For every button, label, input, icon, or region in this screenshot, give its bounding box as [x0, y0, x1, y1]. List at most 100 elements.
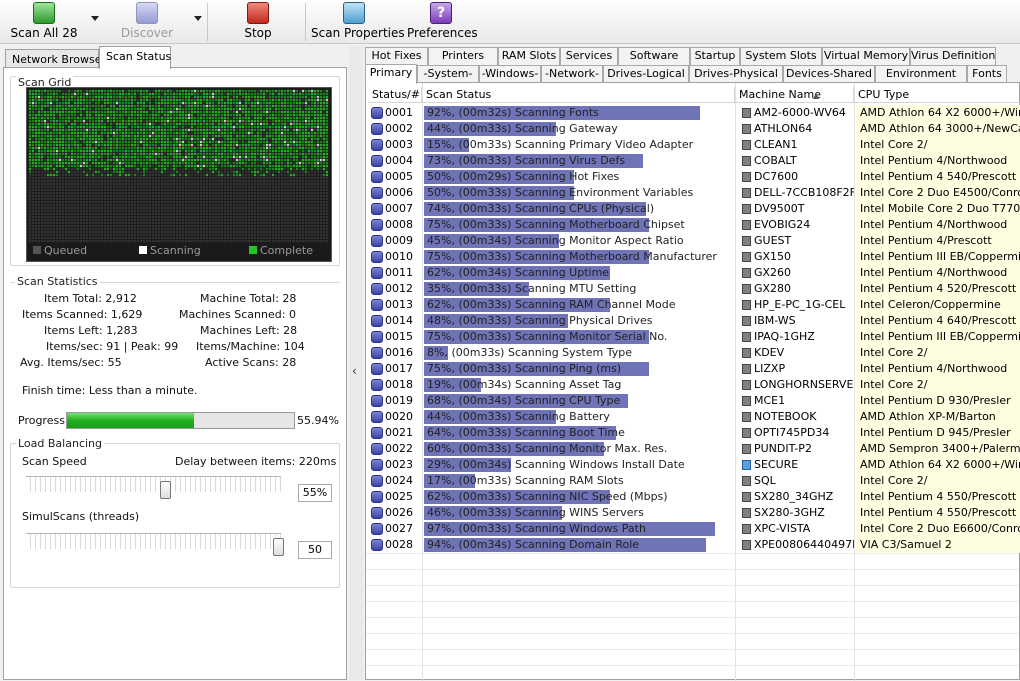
- tab-r1-software[interactable]: Software: [618, 47, 690, 65]
- tab-r2-windows[interactable]: -Windows-: [479, 65, 541, 83]
- scan-status-icon: [371, 363, 383, 375]
- table-row[interactable]: 0010 75%, (00m33s) Scanning Motherboard M…: [368, 249, 1020, 265]
- computer-icon: [742, 316, 751, 326]
- tab-r1-services[interactable]: Services: [560, 47, 618, 65]
- scan-status-cell: 35%, (00m33s) Scanning MTU Setting: [424, 281, 735, 297]
- cpu-type-cell: Intel Pentium III EB/Coppermine: [856, 329, 1020, 345]
- column-header-scan-status[interactable]: Scan Status: [422, 87, 735, 103]
- scan-status-icon: [371, 123, 383, 135]
- tab-r2-system[interactable]: -System-: [417, 65, 479, 83]
- simulscans-slider[interactable]: [26, 533, 281, 549]
- scan-status-icon: [371, 107, 383, 119]
- scan-status-icon: [371, 331, 383, 343]
- tab-r1-virtual-memory[interactable]: Virtual Memory: [822, 47, 910, 65]
- discover-dropdown-icon[interactable]: [194, 16, 202, 21]
- scan-status-cell: 92%, (00m32s) Scanning Fonts: [424, 105, 735, 121]
- tab-r1-system-slots[interactable]: System Slots: [740, 47, 822, 65]
- tab-r2-primary[interactable]: Primary: [365, 64, 417, 84]
- table-row[interactable]: 0009 45%, (00m34s) Scanning Monitor Aspec…: [368, 233, 1020, 249]
- tab-scan-status[interactable]: Scan Status: [99, 46, 171, 69]
- table-row[interactable]: 0027 97%, (00m33s) Scanning Windows Path X…: [368, 521, 1020, 537]
- machine-name-cell: EVOBIG24: [737, 217, 854, 233]
- table-row[interactable]: 0004 73%, (00m33s) Scanning Virus Defs COB…: [368, 153, 1020, 169]
- table-row[interactable]: 0013 62%, (00m33s) Scanning RAM Channel M…: [368, 297, 1020, 313]
- progress-value: 55.94%: [297, 414, 339, 427]
- scan-status-icon: [371, 411, 383, 423]
- scan-speed-slider-thumb[interactable]: [160, 481, 172, 499]
- tab-r1-virus-definitions[interactable]: Virus Definitions: [910, 47, 996, 65]
- tab-r2-fonts[interactable]: Fonts: [967, 65, 1007, 83]
- discover-button[interactable]: Discover: [118, 1, 176, 43]
- tab-r2-network[interactable]: -Network-: [541, 65, 603, 83]
- tab-r1-printers[interactable]: Printers: [428, 47, 498, 65]
- tab-r2-drives-physical[interactable]: Drives-Physical: [689, 65, 783, 83]
- scan-status-cell: 75%, (00m33s) Scanning Motherboard Chips…: [424, 217, 735, 233]
- table-row[interactable]: 0022 60%, (00m33s) Scanning Monitor Max. …: [368, 441, 1020, 457]
- scan-properties-button[interactable]: Scan Properties: [311, 1, 405, 43]
- scan-all-button[interactable]: Scan All 28: [8, 1, 80, 43]
- scan-speed-slider[interactable]: [26, 476, 281, 492]
- table-row[interactable]: 0003 15%, (00m33s) Scanning Primary Video…: [368, 137, 1020, 153]
- table-row[interactable]: 0015 75%, (00m33s) Scanning Monitor Seria…: [368, 329, 1020, 345]
- table-row[interactable]: 0008 75%, (00m33s) Scanning Motherboard C…: [368, 217, 1020, 233]
- table-row[interactable]: 0024 17%, (00m33s) Scanning RAM Slots SQL I…: [368, 473, 1020, 489]
- scan-grid: Queued Scanning Complete: [26, 87, 332, 262]
- empty-row-line: [366, 633, 1019, 634]
- table-row[interactable]: 0019 68%, (00m34s) Scanning CPU Type MCE1 I…: [368, 393, 1020, 409]
- table-row[interactable]: 0012 35%, (00m33s) Scanning MTU Setting GX…: [368, 281, 1020, 297]
- table-row[interactable]: 0025 62%, (00m33s) Scanning NIC Speed (Mb…: [368, 489, 1020, 505]
- table-row[interactable]: 0014 48%, (00m33s) Scanning Physical Driv…: [368, 313, 1020, 329]
- column-header-status[interactable]: Status/#: [368, 87, 422, 103]
- table-row[interactable]: 0016 8%, (00m33s) Scanning System Type KDE…: [368, 345, 1020, 361]
- scan-statistics-title: Scan Statistics: [15, 275, 100, 288]
- collapse-left-icon[interactable]: ‹: [352, 364, 357, 378]
- tab-r1-ram-slots[interactable]: RAM Slots: [498, 47, 560, 65]
- status-number-cell: 0027: [368, 521, 422, 537]
- stop-button[interactable]: Stop: [236, 1, 280, 43]
- queued-swatch-icon: [33, 246, 41, 254]
- status-number-cell: 0026: [368, 505, 422, 521]
- table-row[interactable]: 0017 75%, (00m33s) Scanning Ping (ms) LIZX…: [368, 361, 1020, 377]
- table-row[interactable]: 0018 19%, (00m34s) Scanning Asset Tag LONG…: [368, 377, 1020, 393]
- table-row[interactable]: 0021 64%, (00m33s) Scanning Boot Time OPTI…: [368, 425, 1020, 441]
- tab-r2-devices-shared[interactable]: Devices-Shared: [783, 65, 875, 83]
- simulscans-slider-thumb[interactable]: [273, 538, 284, 556]
- table-row[interactable]: 0005 50%, (00m29s) Scanning Hot Fixes DC76…: [368, 169, 1020, 185]
- table-row[interactable]: 0026 46%, (00m33s) Scanning WINS Servers S…: [368, 505, 1020, 521]
- column-header-cpu-type[interactable]: CPU Type: [854, 87, 1020, 103]
- table-row[interactable]: 0011 62%, (00m34s) Scanning Uptime GX260 In…: [368, 265, 1020, 281]
- column-header-machine-name[interactable]: Machine Name ▲: [735, 87, 854, 103]
- computer-icon: [742, 524, 751, 534]
- tab-r1-hot-fixes[interactable]: Hot Fixes: [365, 47, 428, 65]
- preferences-button[interactable]: ? Preferences: [407, 1, 478, 43]
- table-header: Status/# Scan Status Machine Name ▲ CPU T…: [368, 87, 1020, 103]
- table-row[interactable]: 0028 94%, (00m34s) Scanning Domain Role XP…: [368, 537, 1020, 553]
- discover-icon: [136, 2, 158, 24]
- table-row[interactable]: 0002 44%, (00m33s) Scanning Gateway ATHLON…: [368, 121, 1020, 137]
- tab-r2-drives-logical[interactable]: Drives-Logical: [603, 65, 689, 83]
- cpu-type-cell: Intel Core 2/: [856, 377, 1020, 393]
- cpu-type-cell: Intel Celeron/Coppermine: [856, 297, 1020, 313]
- scan-status-cell: 62%, (00m33s) Scanning NIC Speed (Mbps): [424, 489, 735, 505]
- table-row[interactable]: 0020 44%, (00m33s) Scanning Battery NOTEBO…: [368, 409, 1020, 425]
- machine-name-cell: DV9500T: [737, 201, 854, 217]
- tab-r1-startup[interactable]: Startup: [690, 47, 740, 65]
- machine-name-cell: IBM-WS: [737, 313, 854, 329]
- status-number-cell: 0002: [368, 121, 422, 137]
- machine-name-cell: COBALT: [737, 153, 854, 169]
- cpu-type-cell: VIA C3/Samuel 2: [856, 537, 1020, 553]
- status-number-cell: 0028: [368, 537, 422, 553]
- tab-network-browser[interactable]: Network Browser: [5, 49, 106, 68]
- cpu-type-cell: Intel Pentium D 945/Presler: [856, 425, 1020, 441]
- panel-splitter[interactable]: ‹: [349, 46, 363, 680]
- table-row[interactable]: 0023 29%, (00m34s) Scanning Windows Insta…: [368, 457, 1020, 473]
- cpu-type-cell: Intel Core 2/: [856, 345, 1020, 361]
- table-row[interactable]: 0001 92%, (00m32s) Scanning Fonts AM2-6000…: [368, 105, 1020, 121]
- scan-status-cell: 44%, (00m33s) Scanning Battery: [424, 409, 735, 425]
- scan-all-dropdown-icon[interactable]: [91, 16, 99, 21]
- scan-status-icon: [371, 139, 383, 151]
- scan-status-icon: [371, 283, 383, 295]
- tab-r2-environment[interactable]: Environment: [875, 65, 967, 83]
- table-row[interactable]: 0007 74%, (00m33s) Scanning CPUs (Physica…: [368, 201, 1020, 217]
- table-row[interactable]: 0006 50%, (00m33s) Scanning Environment V…: [368, 185, 1020, 201]
